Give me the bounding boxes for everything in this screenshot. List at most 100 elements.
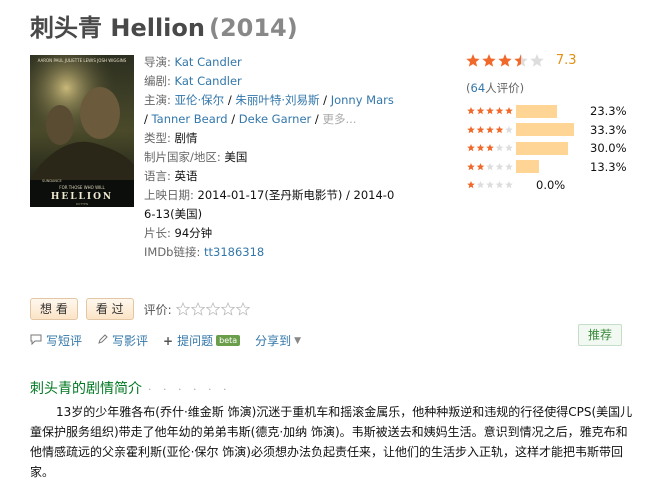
- genre-label: 类型:: [144, 131, 171, 145]
- rating-votes-link[interactable]: 64: [471, 81, 486, 95]
- rating-bar-track: [516, 141, 586, 155]
- cast-more-link[interactable]: 更多...: [322, 112, 356, 126]
- cast-row: 主演: 亚伦·保尔 / 朱丽叶特·刘易斯 / Jonny Mars / Tanne…: [144, 93, 394, 126]
- toolbar: 写短评 写影评 + 提问题 beta 分享到 ▼: [30, 332, 316, 349]
- language-label: 语言:: [144, 169, 171, 183]
- ask-question-label[interactable]: 提问题: [177, 332, 213, 349]
- rate-stars[interactable]: [175, 302, 250, 316]
- star-icon: [467, 144, 475, 152]
- rating-panel: 7.3 (64人评价) 23.3% 33.3% 30.0% 13.3% 0.0%: [466, 53, 646, 195]
- share-label[interactable]: 分享到: [255, 332, 291, 349]
- mini-stars-icon: [467, 181, 513, 189]
- movie-title: 刺头青 Hellion: [30, 14, 205, 42]
- watched-button[interactable]: 看 过: [85, 298, 134, 320]
- release-value-cont: 6-13(美国): [144, 207, 203, 221]
- rating-bar-track: [516, 160, 586, 174]
- ask-question-button[interactable]: + 提问题 beta: [163, 332, 241, 349]
- star-icon: [495, 144, 504, 152]
- genre-value: 剧情: [174, 131, 198, 145]
- writer-link[interactable]: Kat Candler: [175, 74, 242, 88]
- star-icon: [514, 53, 528, 67]
- release-row: 上映日期: 2014-01-17(圣丹斯电影节) / 2014-0: [144, 186, 394, 205]
- star-icon: [486, 107, 494, 115]
- star-icon: [467, 125, 475, 133]
- rating-bar-track: [516, 123, 586, 137]
- rating-dist-row: 23.3%: [466, 102, 646, 121]
- want-to-watch-button[interactable]: 想 看: [30, 298, 78, 320]
- star-icon: [486, 125, 494, 133]
- summary-heading-text: 刺头青的剧情简介: [30, 381, 142, 397]
- rating-dist-row: 0.0%: [466, 176, 646, 195]
- comment-icon: [30, 334, 42, 348]
- rate-star-icon[interactable]: [190, 302, 205, 316]
- movie-info: 导演: Kat Candler 编剧: Kat Candler 主演: 亚伦·保…: [144, 53, 394, 262]
- poster-sundance: SUNDANCE: [42, 179, 62, 183]
- share-button[interactable]: 分享到 ▼: [255, 332, 301, 349]
- rating-score: 7.3: [555, 53, 577, 68]
- rating-bar: [516, 123, 574, 137]
- star-icon: [476, 162, 485, 170]
- rating-percent: 0.0%: [536, 178, 566, 193]
- star-icon: [466, 53, 480, 67]
- release-label: 上映日期:: [144, 188, 194, 202]
- movie-poster[interactable]: AARON PAUL JULIETTE LEWIS JOSH WIGGINS S…: [30, 55, 134, 207]
- rate-star-icon[interactable]: [175, 302, 190, 316]
- star-icon: [530, 53, 544, 67]
- star-icon: [476, 125, 485, 133]
- rating-dist-row: 33.3%: [466, 121, 646, 140]
- country-row: 制片国家/地区: 美国: [144, 148, 394, 167]
- star-icon: [505, 107, 513, 115]
- rating-dist-row: 13.3%: [466, 158, 646, 177]
- star-icon: [505, 181, 513, 189]
- star-icon: [486, 144, 494, 152]
- mini-stars-icon: [467, 125, 513, 133]
- summary-heading-dots: · · · · · ·: [148, 383, 231, 396]
- summary-heading: 刺头青的剧情简介 · · · · · ·: [30, 378, 230, 398]
- write-short-review-label[interactable]: 写短评: [46, 332, 82, 349]
- director-link[interactable]: Kat Candler: [175, 55, 242, 69]
- cast-label: 主演: [144, 93, 167, 107]
- star-icon: [467, 162, 475, 170]
- star-icon: [467, 181, 475, 189]
- imdb-row: IMDb链接: tt3186318: [144, 243, 394, 262]
- plus-icon: +: [163, 333, 174, 348]
- poster-title: HELLION: [51, 192, 113, 202]
- imdb-label: IMDb链接:: [144, 245, 201, 259]
- cast-link[interactable]: 朱丽叶特·刘易斯: [235, 93, 319, 107]
- poster-tagline: FOR THOSE WHO WILL: [59, 185, 105, 190]
- recommend-button[interactable]: 推荐: [578, 324, 622, 346]
- action-bar: 想 看 看 过 评价:: [30, 298, 250, 320]
- cast-link[interactable]: Tanner Beard: [152, 112, 228, 126]
- release-value: 2014-01-17(圣丹斯电影节) / 2014-0: [197, 188, 395, 202]
- rating-percent: 33.3%: [590, 122, 627, 137]
- star-icon: [498, 53, 512, 67]
- rate-star-icon[interactable]: [235, 302, 250, 316]
- write-review-button[interactable]: 写影评: [97, 332, 148, 349]
- star-icon: [482, 53, 496, 67]
- star-icon: [495, 181, 504, 189]
- pencil-icon: [97, 333, 108, 348]
- rate-star-icon[interactable]: [220, 302, 235, 316]
- rating-bar: [516, 104, 557, 118]
- imdb-link[interactable]: tt3186318: [204, 245, 264, 259]
- star-icon: [505, 162, 513, 170]
- rating-percent: 30.0%: [590, 141, 627, 156]
- poster-credits: AARON PAUL JULIETTE LEWIS JOSH WIGGINS: [38, 58, 127, 63]
- runtime-label: 片长:: [144, 226, 171, 240]
- rate-star-icon[interactable]: [205, 302, 220, 316]
- director-row: 导演: Kat Candler: [144, 55, 242, 69]
- write-short-review-button[interactable]: 写短评: [30, 332, 82, 349]
- cast-link[interactable]: 亚伦·保尔: [175, 93, 225, 107]
- write-review-label[interactable]: 写影评: [112, 332, 148, 349]
- rating-bar: [516, 141, 569, 155]
- cast-link[interactable]: Deke Garner: [239, 112, 312, 126]
- star-icon: [495, 162, 504, 170]
- country-label: 制片国家/地区:: [144, 150, 221, 164]
- cast-link[interactable]: Jonny Mars: [331, 93, 394, 107]
- star-icon: [486, 162, 494, 170]
- beta-badge: beta: [216, 335, 241, 346]
- poster-image: AARON PAUL JULIETTE LEWIS JOSH WIGGINS S…: [30, 55, 134, 207]
- star-icon: [476, 181, 485, 189]
- language-value: 英语: [174, 169, 198, 183]
- language-row: 语言: 英语: [144, 167, 394, 186]
